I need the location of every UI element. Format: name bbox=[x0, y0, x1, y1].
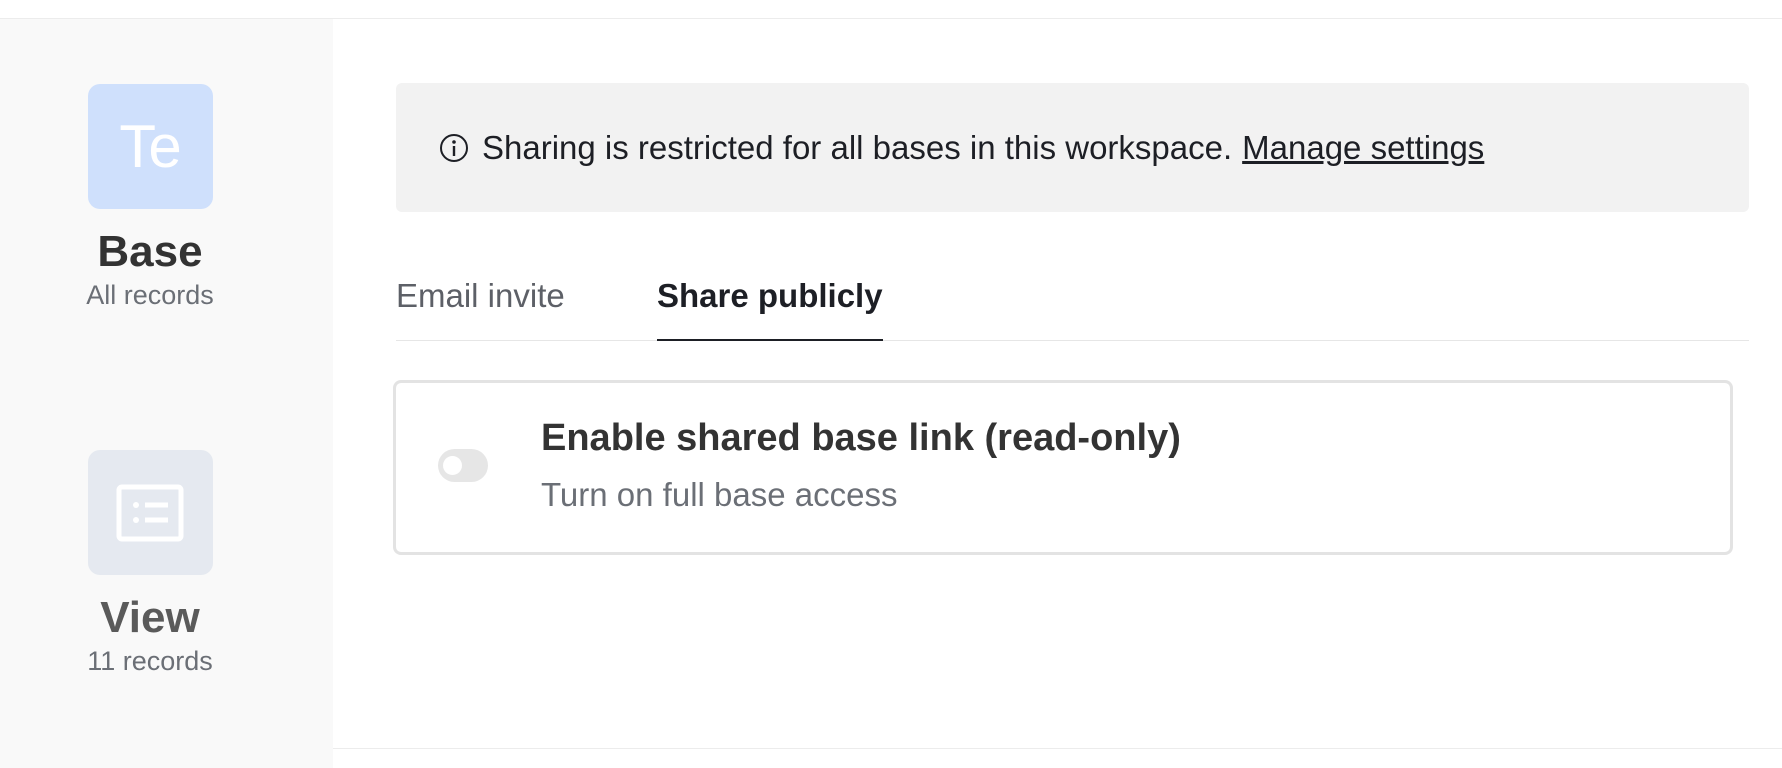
banner-message: Sharing is restricted for all bases in t… bbox=[482, 128, 1233, 166]
scope-option-base[interactable]: Te Base All records bbox=[0, 84, 300, 311]
scope-base-subtitle: All records bbox=[86, 280, 214, 310]
shared-link-toggle[interactable] bbox=[438, 449, 488, 482]
base-tile: Te bbox=[87, 84, 213, 209]
manage-settings-link[interactable]: Manage settings bbox=[1242, 129, 1484, 167]
shared-link-card: Enable shared base link (read-only) Turn… bbox=[393, 380, 1733, 555]
share-panel: Sharing is restricted for all bases in t… bbox=[333, 19, 1782, 748]
tab-share-publicly[interactable]: Share publicly bbox=[657, 267, 883, 341]
shared-link-title: Enable shared base link (read-only) bbox=[541, 417, 1181, 459]
bottom-divider bbox=[333, 748, 1782, 749]
tab-email-invite[interactable]: Email invite bbox=[396, 267, 565, 341]
scope-base-title: Base bbox=[97, 227, 203, 276]
restriction-banner: Sharing is restricted for all bases in t… bbox=[396, 83, 1749, 212]
shared-link-subtitle: Turn on full base access bbox=[541, 476, 898, 513]
list-view-icon bbox=[116, 484, 184, 541]
share-tabs: Email invite Share publicly bbox=[396, 267, 1749, 341]
scope-view-subtitle: 11 records bbox=[87, 646, 213, 676]
scope-option-view[interactable]: View 11 records bbox=[0, 450, 300, 677]
info-icon bbox=[438, 132, 470, 164]
toggle-knob bbox=[443, 456, 462, 475]
view-tile bbox=[87, 450, 213, 575]
base-initials: Te bbox=[119, 113, 181, 180]
scope-view-title: View bbox=[100, 593, 200, 642]
